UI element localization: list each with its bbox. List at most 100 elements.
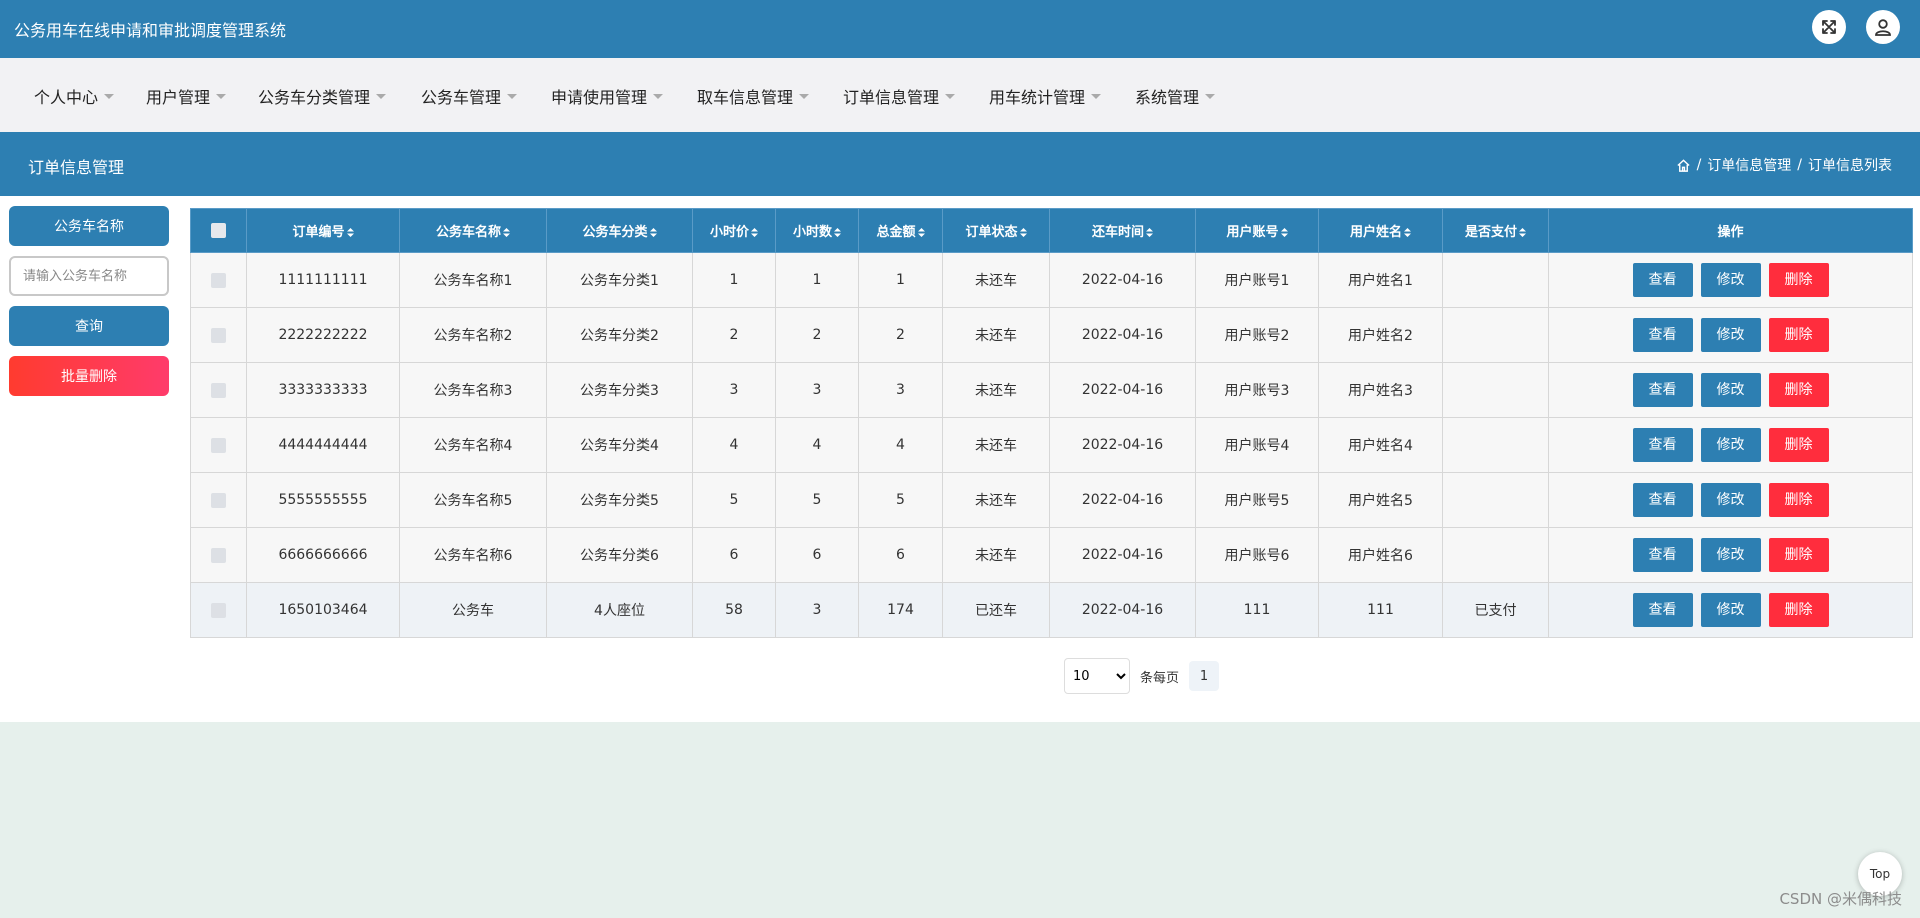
menu-item-usage-statistics[interactable]: 用车统计管理 bbox=[989, 84, 1102, 108]
table-row: 1650103464 公务车 4人座位 58 3 174 已还车 2022-04… bbox=[190, 582, 1913, 638]
delete-button[interactable]: 删除 bbox=[1768, 428, 1829, 462]
page-number-button[interactable]: 1 bbox=[1189, 661, 1220, 691]
cell-category: 公务车分类4 bbox=[546, 417, 693, 473]
cell-category: 公务车分类1 bbox=[546, 252, 693, 308]
edit-button[interactable]: 修改 bbox=[1700, 538, 1761, 572]
row-checkbox[interactable] bbox=[211, 437, 226, 453]
cell-order-no: 1650103464 bbox=[246, 582, 400, 638]
header-hourly-price[interactable]: 小时价 bbox=[692, 208, 776, 253]
cell-return-time: 2022-04-16 bbox=[1049, 527, 1196, 583]
delete-button[interactable]: 删除 bbox=[1768, 263, 1829, 297]
car-name-search-input[interactable] bbox=[9, 256, 169, 296]
header-car-name[interactable]: 公务车名称 bbox=[399, 208, 547, 253]
menu-item-order-management[interactable]: 订单信息管理 bbox=[843, 84, 956, 108]
cell-category: 4人座位 bbox=[546, 582, 693, 638]
menu-item-pickup-management[interactable]: 取车信息管理 bbox=[697, 84, 810, 108]
breadcrumb-section[interactable]: 订单信息管理 bbox=[1707, 155, 1791, 175]
menu-item-system-management[interactable]: 系统管理 bbox=[1135, 84, 1216, 108]
header-paid[interactable]: 是否支付 bbox=[1442, 208, 1549, 253]
menu-item-car-category-management[interactable]: 公务车分类管理 bbox=[258, 84, 387, 108]
fullscreen-button[interactable] bbox=[1812, 10, 1846, 44]
table-row: 4444444444 公务车名称4 公务车分类4 4 4 4 未还车 2022-… bbox=[190, 417, 1913, 473]
edit-button[interactable]: 修改 bbox=[1700, 483, 1761, 517]
delete-button[interactable]: 删除 bbox=[1768, 483, 1829, 517]
edit-button[interactable]: 修改 bbox=[1700, 318, 1761, 352]
edit-button[interactable]: 修改 bbox=[1700, 263, 1761, 297]
cell-paid bbox=[1442, 472, 1549, 528]
view-button[interactable]: 查看 bbox=[1632, 428, 1693, 462]
home-icon[interactable] bbox=[1676, 158, 1691, 173]
edit-button[interactable]: 修改 bbox=[1700, 593, 1761, 627]
row-checkbox[interactable] bbox=[211, 602, 226, 618]
per-page-label: 条每页 bbox=[1140, 670, 1180, 686]
cell-total: 1 bbox=[858, 252, 943, 308]
search-label: 公务车名称 bbox=[9, 206, 169, 246]
header-account[interactable]: 用户账号 bbox=[1195, 208, 1319, 253]
cell-car-name: 公务车名称5 bbox=[399, 472, 547, 528]
main-menu: 个人中心 用户管理 公务车分类管理 公务车管理 申请使用管理 取车信息管理 订单… bbox=[0, 58, 1920, 132]
caret-down-icon bbox=[653, 94, 664, 99]
cell-order-no: 2222222222 bbox=[246, 307, 400, 363]
caret-down-icon bbox=[799, 94, 810, 99]
view-button[interactable]: 查看 bbox=[1632, 593, 1693, 627]
header-label: 订单状态 bbox=[965, 225, 1018, 240]
sort-icon bbox=[503, 228, 510, 237]
cell-user-name: 用户姓名3 bbox=[1318, 362, 1443, 418]
view-button[interactable]: 查看 bbox=[1632, 373, 1693, 407]
cell-actions: 查看 修改 删除 bbox=[1548, 527, 1913, 583]
cell-total: 4 bbox=[858, 417, 943, 473]
view-button[interactable]: 查看 bbox=[1632, 483, 1693, 517]
header-label: 公务车分类 bbox=[582, 225, 648, 240]
header-hours[interactable]: 小时数 bbox=[775, 208, 859, 253]
batch-delete-button[interactable]: 批量删除 bbox=[9, 356, 169, 396]
header-status[interactable]: 订单状态 bbox=[942, 208, 1050, 253]
sort-icon bbox=[917, 228, 925, 237]
cell-user-name: 111 bbox=[1318, 582, 1443, 638]
caret-down-icon bbox=[1205, 94, 1216, 99]
cell-account: 用户账号5 bbox=[1195, 472, 1319, 528]
cell-hourly-price: 1 bbox=[692, 252, 776, 308]
menu-item-application-management[interactable]: 申请使用管理 bbox=[551, 84, 664, 108]
row-checkbox[interactable] bbox=[211, 382, 226, 398]
menu-item-label: 取车信息管理 bbox=[697, 88, 794, 107]
row-select-cell bbox=[190, 472, 247, 528]
cell-hours: 1 bbox=[775, 252, 859, 308]
delete-button[interactable]: 删除 bbox=[1768, 593, 1829, 627]
cell-hourly-price: 5 bbox=[692, 472, 776, 528]
view-button[interactable]: 查看 bbox=[1632, 318, 1693, 352]
header-category[interactable]: 公务车分类 bbox=[546, 208, 693, 253]
cell-status: 未还车 bbox=[942, 362, 1050, 418]
cell-actions: 查看 修改 删除 bbox=[1548, 362, 1913, 418]
row-checkbox[interactable] bbox=[211, 547, 226, 563]
row-checkbox[interactable] bbox=[211, 492, 226, 508]
header-return-time[interactable]: 还车时间 bbox=[1049, 208, 1196, 253]
page-size-select[interactable]: 10 bbox=[1064, 658, 1130, 694]
header-user-name[interactable]: 用户姓名 bbox=[1318, 208, 1443, 253]
cell-category: 公务车分类2 bbox=[546, 307, 693, 363]
watermark: CSDN @米偶科技 bbox=[1779, 890, 1902, 908]
menu-item-personal-center[interactable]: 个人中心 bbox=[34, 84, 115, 108]
sort-icon bbox=[1280, 228, 1288, 237]
edit-button[interactable]: 修改 bbox=[1700, 373, 1761, 407]
sort-icon bbox=[1146, 228, 1153, 237]
cell-total: 3 bbox=[858, 362, 943, 418]
edit-button[interactable]: 修改 bbox=[1700, 428, 1761, 462]
delete-button[interactable]: 删除 bbox=[1768, 538, 1829, 572]
view-button[interactable]: 查看 bbox=[1632, 263, 1693, 297]
caret-down-icon bbox=[1091, 94, 1102, 99]
cell-car-name: 公务车名称2 bbox=[399, 307, 547, 363]
cell-status: 未还车 bbox=[942, 472, 1050, 528]
view-button[interactable]: 查看 bbox=[1632, 538, 1693, 572]
select-all-checkbox[interactable] bbox=[211, 223, 226, 238]
header-order-no[interactable]: 订单编号 bbox=[246, 208, 400, 253]
user-button[interactable] bbox=[1866, 10, 1900, 44]
delete-button[interactable]: 删除 bbox=[1768, 373, 1829, 407]
row-checkbox[interactable] bbox=[211, 327, 226, 343]
row-checkbox[interactable] bbox=[211, 272, 226, 288]
query-button[interactable]: 查询 bbox=[9, 306, 169, 346]
menu-item-user-management[interactable]: 用户管理 bbox=[146, 84, 227, 108]
menu-item-car-management[interactable]: 公务车管理 bbox=[421, 84, 518, 108]
header-total[interactable]: 总金额 bbox=[858, 208, 943, 253]
cell-hourly-price: 3 bbox=[692, 362, 776, 418]
delete-button[interactable]: 删除 bbox=[1768, 318, 1829, 352]
